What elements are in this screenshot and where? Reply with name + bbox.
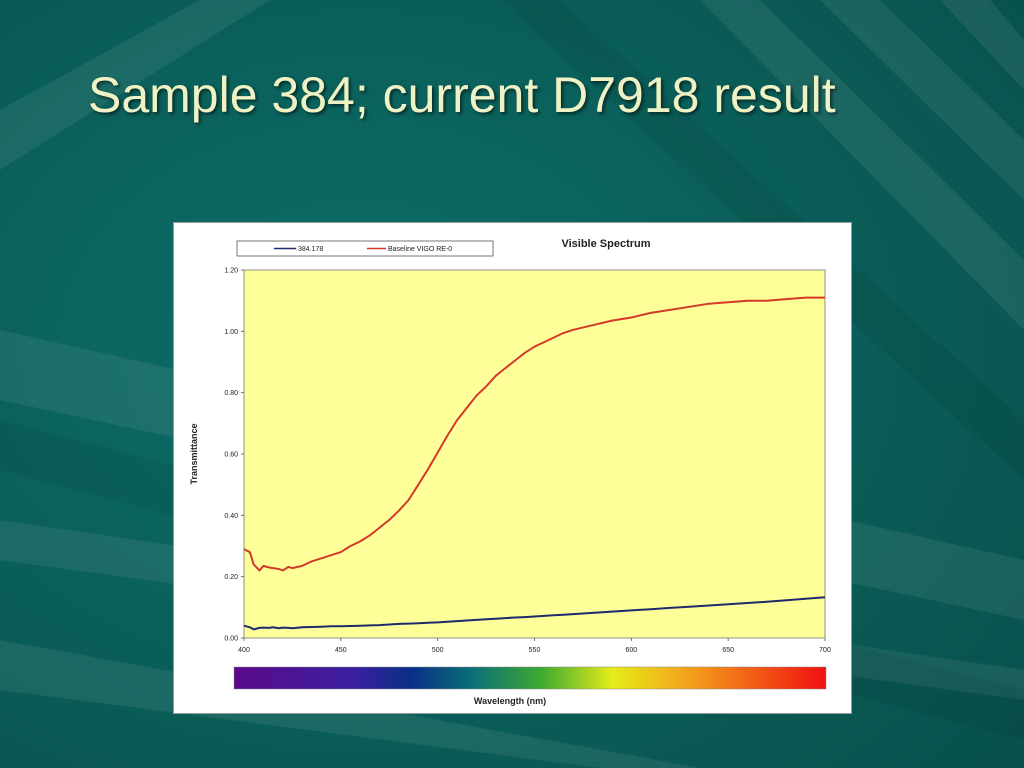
x-tick-label: 550 bbox=[529, 647, 541, 654]
x-tick-label: 500 bbox=[432, 647, 444, 654]
chart-frame: 0.00 0.20 0.40 0.60 0.80 1.00 1.20 400 450 500 55… bbox=[173, 222, 852, 714]
y-tick-label: 0.00 bbox=[224, 636, 238, 643]
x-tick-label: 600 bbox=[625, 647, 637, 654]
x-axis-ticks: 400 450 500 550 600 650 700 bbox=[238, 638, 831, 654]
y-axis-ticks: 0.00 0.20 0.40 0.60 0.80 1.00 1.20 bbox=[224, 268, 244, 643]
y-tick-label: 1.00 bbox=[224, 329, 238, 336]
x-tick-label: 400 bbox=[238, 647, 250, 654]
x-axis-title: Wavelength (nm) bbox=[474, 696, 546, 706]
legend: 384.178 Baseline VIGO RE-0 bbox=[236, 240, 494, 257]
slide-title: Sample 384; current D7918 result bbox=[88, 67, 836, 123]
spectrum-chart: 0.00 0.20 0.40 0.60 0.80 1.00 1.20 400 450 500 55… bbox=[189, 238, 831, 706]
y-tick-label: 1.20 bbox=[224, 268, 238, 275]
y-tick-label: 0.80 bbox=[224, 390, 238, 397]
legend-label-baseline-vigo: Baseline VIGO RE-0 bbox=[388, 246, 452, 253]
x-tick-label: 450 bbox=[335, 647, 347, 654]
spectrum-bar bbox=[233, 666, 827, 690]
y-tick-label: 0.40 bbox=[224, 513, 238, 520]
y-tick-label: 0.20 bbox=[224, 574, 238, 581]
y-axis-title: Transmittance bbox=[189, 423, 199, 484]
x-tick-label: 650 bbox=[722, 647, 734, 654]
x-tick-label: 700 bbox=[819, 647, 831, 654]
y-tick-label: 0.60 bbox=[224, 452, 238, 459]
plot-area bbox=[243, 269, 826, 639]
legend-label-384-178: 384.178 bbox=[298, 246, 323, 253]
chart-title: Visible Spectrum bbox=[561, 238, 650, 250]
